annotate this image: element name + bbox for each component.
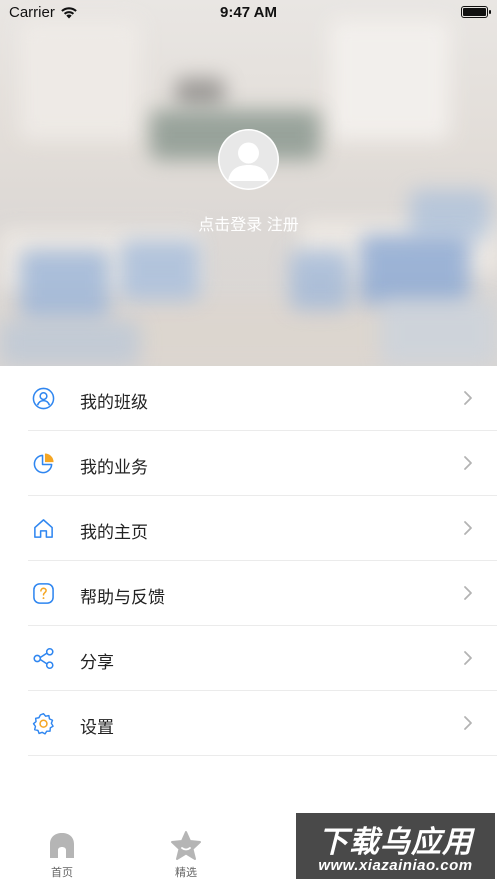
menu-item-label: 分享 (80, 653, 114, 672)
menu-item-label: 我的主页 (80, 523, 148, 542)
pie-chart-icon (32, 452, 55, 475)
background-blur (290, 250, 350, 310)
background-blur (360, 235, 470, 305)
tab-label: 精选 (175, 867, 197, 879)
watermark-title: 下载乌应用 (318, 826, 473, 859)
menu-item-label: 我的班级 (80, 393, 148, 412)
tab-home[interactable]: 首页 (32, 830, 92, 880)
menu-item-label: 设置 (80, 718, 114, 737)
chevron-right-icon (463, 715, 473, 731)
home-tab-icon (50, 833, 74, 858)
settings-menu: 我的班级 我的业务 我的主页 帮助与反馈 分享 设置 (0, 366, 497, 756)
default-avatar-icon (219, 130, 278, 189)
menu-item-my-class[interactable]: 我的班级 (0, 366, 497, 431)
profile-header: Carrier 9:47 AM 点击登录 注册 (0, 0, 497, 366)
background-blur (20, 20, 140, 140)
chevron-right-icon (463, 455, 473, 471)
avatar[interactable] (218, 129, 279, 190)
chevron-right-icon (463, 585, 473, 601)
menu-item-label: 帮助与反馈 (80, 588, 165, 607)
background-blur (120, 240, 200, 300)
clock: 9:47 AM (220, 4, 277, 21)
menu-item-help-feedback[interactable]: 帮助与反馈 (0, 561, 497, 626)
login-link[interactable]: 点击登录 (198, 217, 262, 234)
menu-item-label: 我的业务 (80, 458, 148, 477)
user-circle-icon (32, 387, 55, 410)
register-link[interactable]: 注册 (267, 217, 299, 234)
background-blur (175, 78, 225, 106)
menu-item-settings[interactable]: 设置 (0, 691, 497, 756)
chevron-right-icon (463, 520, 473, 536)
menu-item-my-homepage[interactable]: 我的主页 (0, 496, 497, 561)
background-blur (0, 320, 140, 366)
background-blur (330, 20, 450, 140)
background-blur (380, 300, 497, 366)
watermark: 下载乌应用 www.xiazainiao.com (296, 813, 495, 879)
login-register-row: 点击登录 注册 (0, 211, 497, 235)
background-blur (20, 250, 110, 320)
share-icon (32, 647, 55, 670)
tab-label: 首页 (51, 867, 73, 879)
menu-item-share[interactable]: 分享 (0, 626, 497, 691)
chevron-right-icon (463, 390, 473, 406)
chevron-right-icon (463, 650, 473, 666)
settings-gear-icon (32, 712, 55, 735)
home-icon (32, 517, 55, 540)
menu-item-my-business[interactable]: 我的业务 (0, 431, 497, 496)
status-bar: Carrier 9:47 AM (0, 0, 497, 26)
star-tab-icon (171, 831, 201, 860)
tab-featured[interactable]: 精选 (156, 830, 216, 880)
watermark-url: www.xiazainiao.com (318, 857, 473, 874)
help-icon (32, 582, 55, 605)
divider (28, 755, 497, 756)
battery-icon (461, 6, 491, 18)
